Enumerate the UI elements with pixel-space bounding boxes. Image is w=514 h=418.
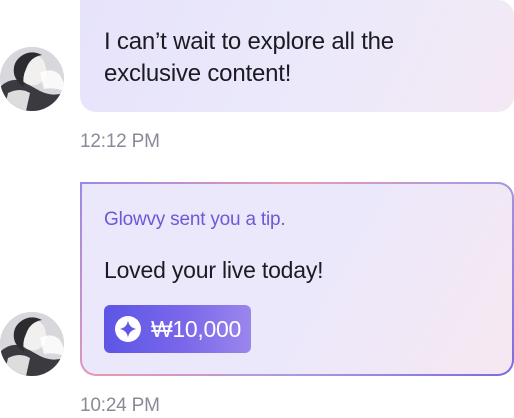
sender-avatar[interactable]: [0, 312, 64, 376]
message-timestamp: 10:24 PM: [80, 395, 160, 416]
tip-amount: ₩10,000: [151, 316, 241, 342]
avatar-photo: [0, 312, 64, 376]
sender-avatar[interactable]: [0, 47, 64, 111]
tip-amount-badge: ₩10,000: [104, 305, 251, 353]
message-text: I can’t wait to explore all the exclusiv…: [104, 28, 394, 87]
message-text: Loved your live today!: [104, 257, 324, 283]
message-bubble[interactable]: I can’t wait to explore all the exclusiv…: [80, 0, 514, 112]
message-timestamp: 12:12 PM: [80, 131, 160, 152]
chat-thread: I can’t wait to explore all the exclusiv…: [0, 0, 514, 418]
tip-message-bubble[interactable]: Glowvy sent you a tip. Loved your live t…: [80, 182, 514, 376]
sparkle-icon: [114, 315, 142, 343]
tip-header: Glowvy sent you a tip.: [104, 209, 286, 230]
avatar-photo: [0, 47, 64, 111]
